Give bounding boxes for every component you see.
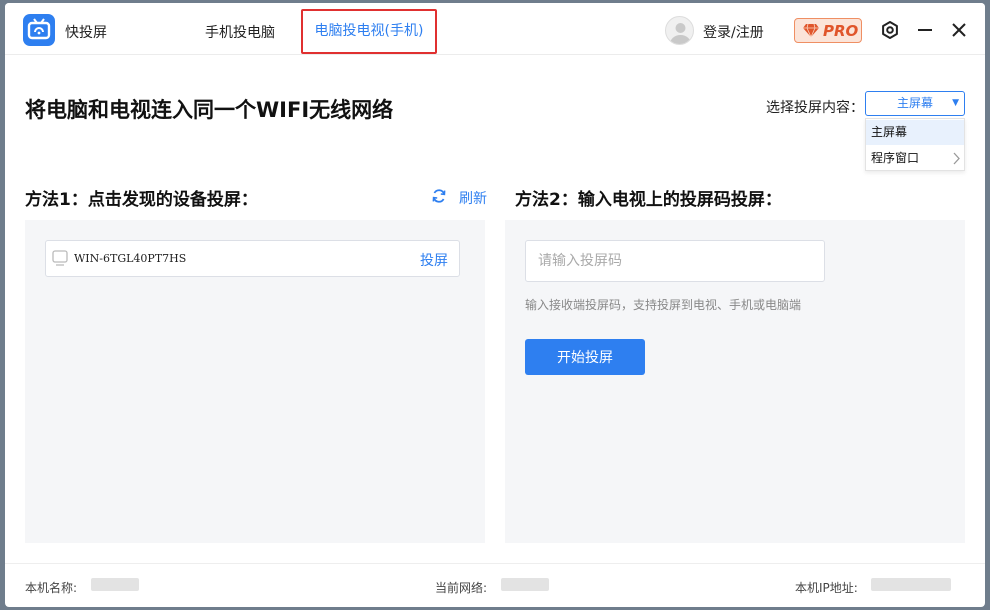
content-select[interactable]: 主屏幕 ▼: [865, 91, 965, 116]
content-select-value: 主屏幕: [896, 96, 933, 110]
cast-code-panel: 输入接收端投屏码，支持投屏到电视、手机或电脑端 开始投屏: [505, 220, 965, 543]
cast-code-hint: 输入接收端投屏码，支持投屏到电视、手机或电脑端: [525, 298, 802, 312]
cast-code-input[interactable]: [525, 240, 825, 282]
tab-phone-to-pc[interactable]: 手机投电脑: [205, 22, 275, 42]
device-name: WIN-6TGL40PT7HS: [74, 252, 187, 265]
refresh-button[interactable]: 刷新: [459, 188, 487, 208]
device-name-label: 本机名称:: [25, 581, 78, 595]
method1-title: 方法1：点击发现的设备投屏：: [25, 190, 258, 210]
dropdown-option-label: 程序窗口: [871, 151, 920, 165]
tab-pc-to-tv[interactable]: 电脑投电视(手机): [301, 9, 437, 54]
pro-button[interactable]: PRO: [794, 18, 862, 43]
app-window: 快投屏 手机投电脑 电脑投电视(手机) 登录/注册 PRO 将电脑和电视连入同一…: [5, 3, 985, 607]
app-name: 快投屏: [65, 25, 107, 41]
footer-divider: [5, 563, 985, 564]
content-select-label: 选择投屏内容：: [766, 100, 864, 116]
caret-down-icon: ▼: [952, 98, 959, 108]
device-list-item[interactable]: WIN-6TGL40PT7HS 投屏: [45, 240, 460, 277]
user-avatar-icon[interactable]: [665, 16, 694, 45]
tv-cast-icon: [23, 14, 55, 46]
dropdown-option-main-screen[interactable]: 主屏幕: [866, 120, 964, 145]
cast-device-button[interactable]: 投屏: [420, 250, 448, 270]
dropdown-option-program-window[interactable]: 程序窗口: [866, 146, 964, 171]
title-bar: 快投屏 手机投电脑 电脑投电视(手机) 登录/注册 PRO: [5, 3, 985, 55]
method2-title: 方法2：输入电视上的投屏码投屏：: [515, 190, 782, 210]
close-icon[interactable]: [948, 19, 970, 41]
minimize-icon[interactable]: [914, 19, 936, 41]
gear-icon[interactable]: [879, 19, 901, 41]
diamond-icon: [803, 23, 819, 38]
login-register-link[interactable]: 登录/注册: [703, 22, 764, 42]
content-select-dropdown: 主屏幕 程序窗口: [865, 118, 965, 171]
network-value-redacted: [501, 578, 549, 591]
refresh-icon[interactable]: [431, 188, 447, 204]
ip-address-value-redacted: [871, 578, 951, 591]
ip-address-label: 本机IP地址:: [795, 581, 858, 595]
page-title: 将电脑和电视连入同一个WIFI无线网络: [25, 98, 394, 122]
chevron-right-icon: [953, 152, 960, 165]
device-name-value-redacted: [91, 578, 139, 591]
monitor-icon: [52, 250, 68, 266]
start-cast-button[interactable]: 开始投屏: [525, 339, 645, 375]
device-list-panel: WIN-6TGL40PT7HS 投屏: [25, 220, 485, 543]
network-label: 当前网络:: [435, 581, 488, 595]
pro-label: PRO: [823, 22, 859, 40]
